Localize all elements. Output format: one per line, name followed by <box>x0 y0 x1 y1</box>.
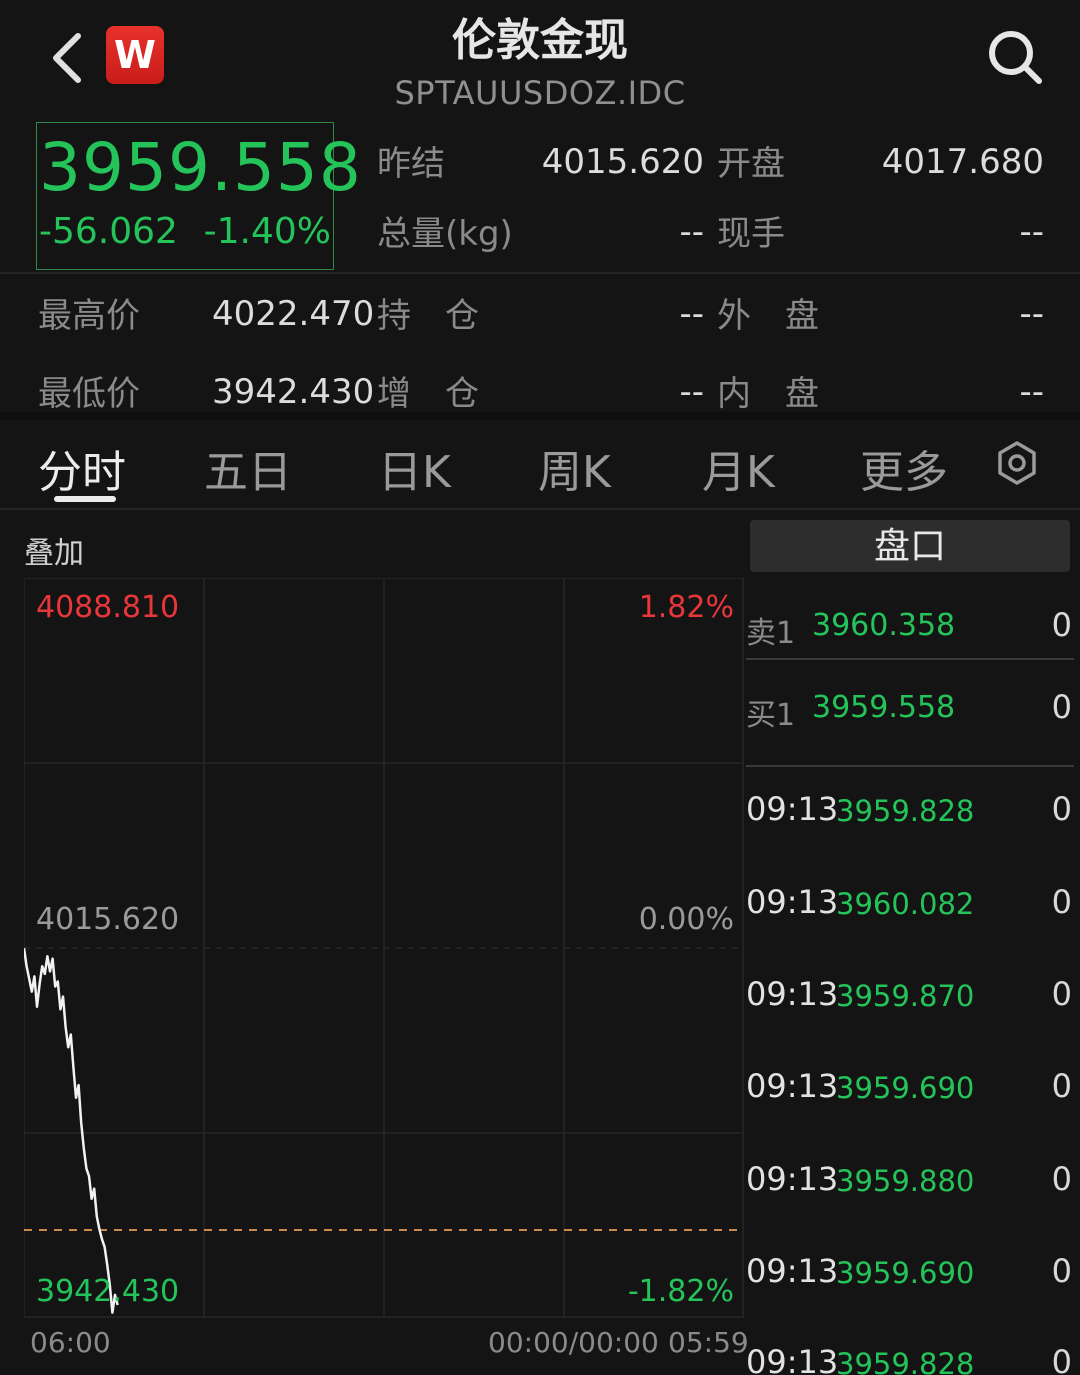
trade-row: 09:13 3959.690 0 <box>746 1067 1076 1117</box>
stat-label-volume: 总量(kg) <box>377 214 513 254</box>
stat-value-prev-settle: 4015.620 <box>541 142 704 182</box>
trade-row: 09:13 3959.828 0 <box>746 1343 1076 1375</box>
trade-row: 09:13 3960.082 0 <box>746 883 1076 933</box>
stat-value-open-interest: -- <box>679 294 704 334</box>
trade-volume: 0 <box>1051 975 1072 1013</box>
trade-price: 3959.880 <box>836 1164 975 1198</box>
trade-time: 09:13 <box>746 790 839 828</box>
tab-monthly-k[interactable]: 月K <box>702 436 775 500</box>
trade-volume: 0 <box>1051 1252 1072 1290</box>
trade-volume: 0 <box>1051 1160 1072 1198</box>
active-tab-indicator <box>54 496 116 502</box>
stat-value-low: 3942.430 <box>212 372 375 412</box>
current-price-box: 3959.558 -56.062 -1.40% <box>36 122 361 270</box>
buy-1-volume: 0 <box>1051 688 1072 726</box>
trade-time: 09:13 <box>746 1160 839 1198</box>
stat-value-volume: -- <box>679 212 704 252</box>
price-change: -56.062 <box>39 211 178 252</box>
sell-1-volume: 0 <box>1051 606 1072 644</box>
header-bar: W 伦敦金现 SPTAUUSDOZ.IDC <box>0 0 1080 120</box>
trade-row: 09:13 3959.870 0 <box>746 975 1076 1025</box>
chart-period-tabs: 分时 五日 日K 周K 月K 更多 <box>0 420 1080 510</box>
divider <box>746 765 1074 767</box>
tab-weekly-k[interactable]: 周K <box>538 436 611 500</box>
stat-label-prev-settle: 昨结 <box>377 144 445 184</box>
stat-value-interest-change: -- <box>679 372 704 412</box>
sell-1-price: 3960.358 <box>812 608 956 643</box>
search-button[interactable] <box>984 26 1046 88</box>
divider <box>746 658 1074 660</box>
buy-1-price: 3959.558 <box>812 690 956 725</box>
trade-time: 09:13 <box>746 975 839 1013</box>
stat-value-open: 4017.680 <box>881 142 1044 182</box>
stat-label-low: 最低价 <box>38 374 140 414</box>
stat-label-interest-change: 增 仓 <box>377 374 479 414</box>
tab-daily-k[interactable]: 日K <box>378 436 451 500</box>
intraday-chart[interactable]: 4088.810 1.82% 4015.620 0.00% 3942.430 -… <box>22 577 744 1318</box>
trade-time: 09:13 <box>746 883 839 921</box>
trade-price: 3959.828 <box>836 794 975 828</box>
trade-time: 09:13 <box>746 1343 839 1375</box>
tab-five-day[interactable]: 五日 <box>204 436 292 500</box>
trade-price: 3960.082 <box>836 887 975 921</box>
stat-value-outer-volume: -- <box>1019 294 1044 334</box>
x-axis-start-label: 06:00 <box>30 1326 111 1359</box>
divider <box>0 508 1080 510</box>
overlay-button[interactable]: 叠加 <box>24 528 84 572</box>
stat-label-open: 开盘 <box>717 144 785 184</box>
settings-icon <box>998 441 1036 485</box>
trade-price: 3959.828 <box>836 1347 975 1375</box>
stat-label-inner-volume: 内 盘 <box>717 374 819 414</box>
search-icon <box>989 31 1042 84</box>
trade-price: 3959.690 <box>836 1256 975 1290</box>
price-change-percent: -1.40% <box>203 211 331 252</box>
buy-1-label: 买1 <box>746 698 796 733</box>
stat-value-current-lot: -- <box>1019 212 1044 252</box>
stat-value-high: 4022.470 <box>212 294 375 334</box>
divider <box>0 412 1080 420</box>
trade-volume: 0 <box>1051 1067 1072 1105</box>
chart-settings-button[interactable] <box>994 440 1040 486</box>
y-axis-mid-pct: 0.00% <box>638 902 734 937</box>
intraday-chart-svg <box>22 577 744 1318</box>
x-axis-end-label: 05:59 <box>668 1326 749 1359</box>
page-title: 伦敦金现 <box>452 15 628 66</box>
divider <box>0 272 1080 274</box>
y-axis-max-pct: 1.82% <box>638 590 734 625</box>
trade-row: 09:13 3959.828 0 <box>746 790 1076 840</box>
x-axis-mid-label: 00:00/00:00 <box>488 1326 659 1359</box>
stat-label-open-interest: 持 仓 <box>377 296 479 336</box>
stat-label-high: 最高价 <box>38 296 140 336</box>
trade-time: 09:13 <box>746 1252 839 1290</box>
trade-time: 09:13 <box>746 1067 839 1105</box>
y-axis-min-pct: -1.82% <box>627 1274 734 1309</box>
trade-row: 09:13 3959.880 0 <box>746 1160 1076 1210</box>
tab-order-book[interactable]: 盘口 <box>750 520 1070 572</box>
stat-label-outer-volume: 外 盘 <box>717 296 819 336</box>
trade-price: 3959.870 <box>836 979 975 1013</box>
sell-1-label: 卖1 <box>746 616 796 651</box>
tab-intraday[interactable]: 分时 <box>38 436 126 500</box>
stat-label-current-lot: 现手 <box>717 214 785 254</box>
price-series-line <box>22 947 119 1314</box>
current-price: 3959.558 <box>39 129 362 206</box>
symbol-code: SPTAUUSDOZ.IDC <box>394 74 686 112</box>
trade-row: 09:13 3959.690 0 <box>746 1252 1076 1302</box>
sell-1-row: 卖1 3960.358 0 <box>746 598 1076 658</box>
trade-volume: 0 <box>1051 790 1072 828</box>
y-axis-max-label: 4088.810 <box>36 590 180 625</box>
trade-volume: 0 <box>1051 1343 1072 1375</box>
trade-price: 3959.690 <box>836 1071 975 1105</box>
y-axis-min-label: 3942.430 <box>36 1274 180 1309</box>
tab-more[interactable]: 更多 <box>860 436 948 500</box>
buy-1-row: 买1 3959.558 0 <box>746 680 1076 740</box>
y-axis-mid-label: 4015.620 <box>36 902 180 937</box>
stat-value-inner-volume: -- <box>1019 372 1044 412</box>
trade-volume: 0 <box>1051 883 1072 921</box>
